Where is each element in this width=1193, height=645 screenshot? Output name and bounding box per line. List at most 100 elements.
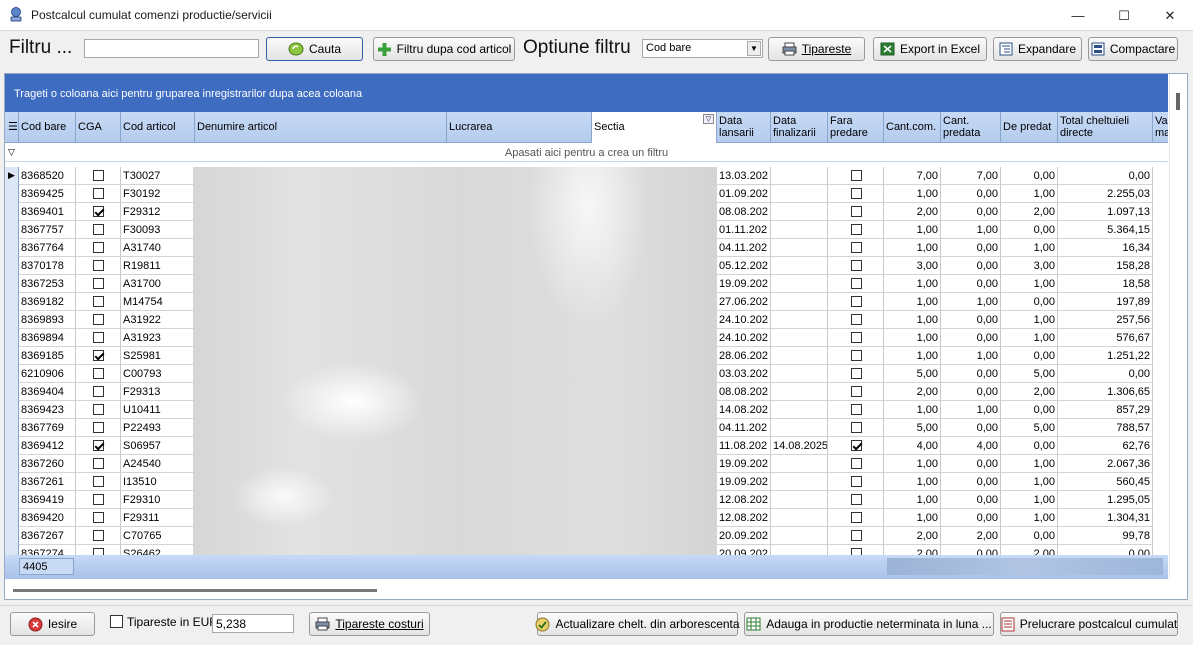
- filter-row[interactable]: ▽ Apasati aici pentru a crea un filtru: [5, 144, 1168, 162]
- cga-checkbox[interactable]: [93, 530, 104, 541]
- adauga-productie-button[interactable]: Adauga in productie neterminata in luna …: [744, 612, 994, 636]
- col-total-cheltuieli[interactable]: Total cheltuieli directe: [1058, 112, 1153, 143]
- fp-checkbox[interactable]: [851, 386, 862, 397]
- cga-checkbox[interactable]: [93, 476, 104, 487]
- eur-rate-input[interactable]: 5,238: [212, 614, 294, 633]
- fp-checkbox[interactable]: [851, 512, 862, 523]
- tipareste-eur-checkbox[interactable]: [110, 615, 123, 628]
- cga-checkbox[interactable]: [93, 242, 104, 253]
- row-indicator[interactable]: [5, 203, 19, 221]
- optiune-filtru-select[interactable]: Cod bare ▼: [642, 39, 763, 58]
- cga-checkbox[interactable]: [93, 494, 104, 505]
- cga-checkbox[interactable]: [93, 296, 104, 307]
- cga-checkbox[interactable]: [93, 206, 104, 217]
- fp-checkbox[interactable]: [851, 422, 862, 433]
- compactare-button[interactable]: Compactare: [1088, 37, 1178, 61]
- export-excel-button[interactable]: Export in Excel: [873, 37, 987, 61]
- iesire-button[interactable]: Iesire: [10, 612, 95, 636]
- fp-checkbox[interactable]: [851, 368, 862, 379]
- row-indicator[interactable]: [5, 365, 19, 383]
- cga-checkbox[interactable]: [93, 170, 104, 181]
- row-indicator[interactable]: [5, 257, 19, 275]
- horizontal-scrollbar[interactable]: [5, 579, 1187, 599]
- cga-checkbox[interactable]: [93, 440, 104, 451]
- row-indicator[interactable]: [5, 275, 19, 293]
- cga-checkbox[interactable]: [93, 260, 104, 271]
- fp-checkbox[interactable]: [851, 224, 862, 235]
- cga-checkbox[interactable]: [93, 278, 104, 289]
- fp-checkbox[interactable]: [851, 440, 862, 451]
- fp-checkbox[interactable]: [851, 476, 862, 487]
- row-indicator[interactable]: [5, 473, 19, 491]
- column-chooser-icon[interactable]: ☰: [5, 112, 19, 143]
- col-data-lansarii[interactable]: Data lansarii: [717, 112, 771, 143]
- row-indicator[interactable]: [5, 311, 19, 329]
- col-cod-bare[interactable]: Cod bare: [19, 112, 76, 143]
- maximize-button[interactable]: ☐: [1101, 0, 1147, 31]
- prelucrare-button[interactable]: Prelucrare postcalcul cumulat: [1000, 612, 1178, 636]
- fp-checkbox[interactable]: [851, 278, 862, 289]
- close-button[interactable]: ✕: [1147, 0, 1193, 31]
- row-indicator[interactable]: ▶: [5, 167, 19, 185]
- cga-checkbox[interactable]: [93, 512, 104, 523]
- horizontal-scroll-thumb[interactable]: [13, 589, 377, 592]
- vertical-scroll-thumb[interactable]: [1176, 93, 1180, 110]
- cauta-button[interactable]: Cauta: [266, 37, 363, 61]
- fp-checkbox[interactable]: [851, 494, 862, 505]
- cga-checkbox[interactable]: [93, 368, 104, 379]
- filtru-cod-articol-button[interactable]: Filtru dupa cod articol: [373, 37, 515, 61]
- filtru-input[interactable]: [84, 39, 259, 58]
- row-indicator[interactable]: [5, 401, 19, 419]
- tipareste-costuri-button[interactable]: Tipareste costuri: [309, 612, 430, 636]
- row-indicator[interactable]: [5, 347, 19, 365]
- vertical-scrollbar[interactable]: [1169, 74, 1187, 579]
- col-cga[interactable]: CGA: [76, 112, 121, 143]
- row-indicator[interactable]: [5, 419, 19, 437]
- cga-checkbox[interactable]: [93, 224, 104, 235]
- row-indicator[interactable]: [5, 509, 19, 527]
- cga-checkbox[interactable]: [93, 404, 104, 415]
- cga-checkbox[interactable]: [93, 386, 104, 397]
- fp-checkbox[interactable]: [851, 332, 862, 343]
- minimize-button[interactable]: —: [1055, 0, 1101, 31]
- row-indicator[interactable]: [5, 545, 19, 555]
- fp-checkbox[interactable]: [851, 458, 862, 469]
- fp-checkbox[interactable]: [851, 314, 862, 325]
- cga-checkbox[interactable]: [93, 332, 104, 343]
- tipareste-button[interactable]: Tipareste: [768, 37, 865, 61]
- row-indicator[interactable]: [5, 455, 19, 473]
- row-indicator[interactable]: [5, 185, 19, 203]
- col-de-predat[interactable]: De predat: [1001, 112, 1058, 143]
- row-indicator[interactable]: [5, 293, 19, 311]
- cga-checkbox[interactable]: [93, 188, 104, 199]
- cga-checkbox[interactable]: [93, 350, 104, 361]
- row-indicator[interactable]: [5, 437, 19, 455]
- fp-checkbox[interactable]: [851, 296, 862, 307]
- cga-checkbox[interactable]: [93, 548, 104, 555]
- cga-checkbox[interactable]: [93, 458, 104, 469]
- row-indicator[interactable]: [5, 329, 19, 347]
- fp-checkbox[interactable]: [851, 170, 862, 181]
- row-indicator[interactable]: [5, 221, 19, 239]
- column-filter-icon[interactable]: ▽: [703, 114, 714, 124]
- fp-checkbox[interactable]: [851, 350, 862, 361]
- col-cant-com[interactable]: Cant.com.: [884, 112, 941, 143]
- cga-checkbox[interactable]: [93, 422, 104, 433]
- col-data-finalizarii[interactable]: Data finalizarii: [771, 112, 828, 143]
- fp-checkbox[interactable]: [851, 188, 862, 199]
- fp-checkbox[interactable]: [851, 206, 862, 217]
- fp-checkbox[interactable]: [851, 242, 862, 253]
- fp-checkbox[interactable]: [851, 260, 862, 271]
- fp-checkbox[interactable]: [851, 404, 862, 415]
- row-indicator[interactable]: [5, 383, 19, 401]
- row-indicator[interactable]: [5, 239, 19, 257]
- row-indicator[interactable]: [5, 491, 19, 509]
- fp-checkbox[interactable]: [851, 530, 862, 541]
- cga-checkbox[interactable]: [93, 314, 104, 325]
- col-fara-predare[interactable]: Fara predare: [828, 112, 884, 143]
- row-indicator[interactable]: [5, 527, 19, 545]
- col-cant-predata[interactable]: Cant. predata: [941, 112, 1001, 143]
- col-va[interactable]: Va ma: [1153, 112, 1168, 143]
- col-sectia[interactable]: Sectia ▽: [592, 112, 717, 143]
- col-denumire-articol[interactable]: Denumire articol: [195, 112, 447, 143]
